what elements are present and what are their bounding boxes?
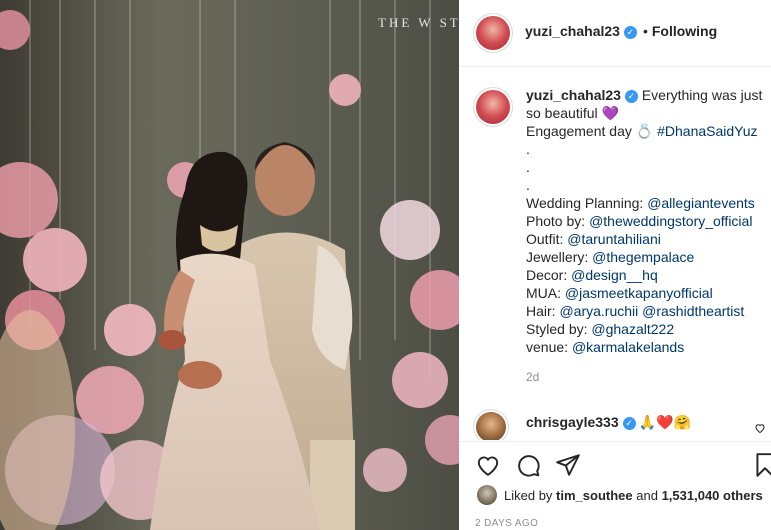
comment-icon[interactable]: [515, 452, 541, 478]
caption-line: MUA: @jasmeetkapanyofficial: [526, 285, 713, 301]
caption-link[interactable]: @arya.ruchii: [559, 303, 638, 319]
caption-avatar[interactable]: [476, 90, 510, 124]
post-header: yuzi_chahal23 ✓ • Following: [459, 0, 771, 67]
caption-line: Photo by: @theweddingstory_official: [526, 213, 753, 229]
verified-icon: ✓: [623, 26, 637, 39]
caption-line: Styled by: @ghazalt222: [526, 321, 675, 337]
caption-text: yuzi_chahal23 ✓ Everything was just so be…: [526, 86, 766, 386]
caption-link[interactable]: @theweddingstory_official: [589, 213, 752, 229]
bookmark-icon[interactable]: [754, 452, 771, 478]
post-photo[interactable]: THE W ST: [0, 0, 459, 530]
commenter-username[interactable]: chrisgayle333: [526, 414, 619, 430]
caption-link[interactable]: @design__hq: [571, 267, 658, 283]
caption-line: Jewellery: @thegempalace: [526, 249, 695, 265]
comment-emojis: 🙏❤️🤗: [638, 414, 691, 430]
watermark: THE W ST: [378, 15, 459, 30]
caption-link[interactable]: @ghazalt222: [591, 321, 674, 337]
caption-link[interactable]: @taruntahiliani: [567, 231, 661, 247]
post-sidebar: yuzi_chahal23 ✓ • Following yuzi_chahal23 ✓ …: [459, 0, 771, 530]
caption-link[interactable]: @allegiantevents: [647, 195, 755, 211]
likes-summary: Liked by tim_southee and 1,531,040 other…: [477, 485, 763, 505]
caption-line: so beautiful 💜: [526, 105, 619, 121]
caption-line: Decor: @design__hq: [526, 267, 658, 283]
following-button[interactable]: Following: [652, 23, 717, 39]
commenter-avatar[interactable]: [476, 412, 506, 440]
caption-line: yuzi_chahal23 ✓ Everything was just: [526, 86, 766, 104]
comment-text: chrisgayle333 ✓ 🙏❤️🤗: [526, 414, 691, 431]
caption-line: .: [526, 141, 530, 157]
author-avatar[interactable]: [476, 16, 510, 50]
caption-link[interactable]: @jasmeetkapanyofficial: [565, 285, 713, 301]
share-icon[interactable]: [555, 452, 581, 478]
caption-link[interactable]: #DhanaSaidYuz: [657, 123, 757, 139]
post-modal: THE W ST yuzi_chahal23 ✓ • Following yuzi_c…: [0, 0, 771, 530]
caption-timestamp[interactable]: 2d: [526, 368, 766, 386]
separator-dot: •: [642, 23, 648, 39]
comment-like-icon[interactable]: [754, 422, 766, 434]
caption-link[interactable]: @thegempalace: [592, 249, 694, 265]
caption-line: .: [526, 159, 530, 175]
caption-link[interactable]: @rashidtheartist: [642, 303, 744, 319]
caption-line: Wedding Planning: @allegiantevents: [526, 195, 755, 211]
caption-line: .: [526, 177, 530, 193]
header-row: yuzi_chahal23 ✓ • Following: [525, 23, 717, 39]
caption-line: Hair: @arya.ruchii @rashidtheartist: [526, 303, 745, 319]
liker-avatar[interactable]: [477, 485, 497, 505]
liker-username[interactable]: tim_southee: [556, 488, 633, 503]
post-date[interactable]: 2 DAYS AGO: [475, 518, 538, 529]
likes-count-link[interactable]: 1,531,040 others: [662, 488, 763, 503]
caption-line: Engagement day 💍 #DhanaSaidYuz: [526, 123, 758, 139]
caption-username[interactable]: yuzi_chahal23: [526, 87, 621, 103]
author-username[interactable]: yuzi_chahal23: [525, 23, 620, 39]
likes-joiner: and: [636, 488, 658, 503]
caption-link[interactable]: @karmalakelands: [572, 339, 684, 355]
likes-prefix: Liked by: [504, 488, 553, 503]
engagement-photo-illustration: [0, 0, 459, 530]
verified-icon: ✓: [622, 417, 636, 430]
comment-row: chrisgayle333 ✓ 🙏❤️🤗: [459, 408, 771, 440]
caption-line: Outfit: @taruntahiliani: [526, 231, 661, 247]
verified-icon: ✓: [624, 90, 638, 103]
action-bar: [459, 441, 771, 490]
caption-first-line: Everything was just: [641, 87, 763, 103]
heart-icon[interactable]: [475, 452, 501, 478]
caption-line: venue: @karmalakelands: [526, 339, 685, 355]
